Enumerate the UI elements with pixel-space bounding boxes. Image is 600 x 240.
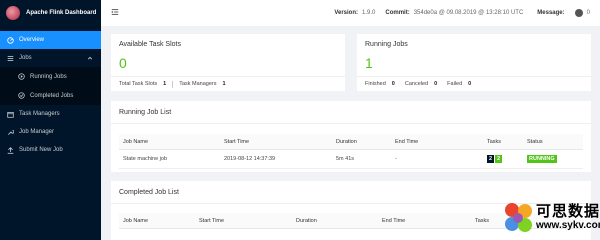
version-label: Version: <box>334 10 358 16</box>
job-name[interactable]: State machine job <box>119 149 223 169</box>
play-circle-icon <box>18 73 25 80</box>
sidebar-item-label: Completed Jobs <box>30 92 74 99</box>
jobs-submenu: Running Jobs Completed Jobs <box>0 67 101 105</box>
job-start-time: 2019-08-12 14:37:39 <box>223 149 335 169</box>
sidebar-item-jobs[interactable]: Jobs <box>0 49 101 67</box>
sidebar-item-label: Submit New Job <box>19 147 63 153</box>
sidebar-item-job-manager[interactable]: Job Manager <box>0 123 101 141</box>
task-count-running: 2 <box>495 155 502 163</box>
watermark-url: www.sykv.com <box>536 220 600 231</box>
running-job-table: Job Name Start Time Duration End Time Ta… <box>119 134 583 169</box>
col-end-time[interactable]: End Time <box>394 134 486 150</box>
task-count-total: 2 <box>487 155 494 163</box>
col-status[interactable]: Status <box>526 134 583 150</box>
sidebar-item-label: Task Managers <box>19 111 60 117</box>
canceled-value: 0 <box>434 81 438 87</box>
status-badge: RUNNING <box>527 155 557 163</box>
sidebar-item-label: Jobs <box>19 55 32 61</box>
available-slots-value: 0 <box>119 55 127 71</box>
sidebar-item-submit-new-job[interactable]: Submit New Job <box>0 141 101 159</box>
divider <box>172 80 174 88</box>
sidebar-item-label: Overview <box>19 37 45 43</box>
running-jobs-card: Running Jobs 1 Finished 0 Canceled 0 Fai… <box>357 34 591 91</box>
total-slots-label: Total Task Slots <box>119 81 158 87</box>
total-slots-value: 1 <box>163 81 167 87</box>
failed-value: 0 <box>468 81 472 87</box>
available-task-slots-card: Available Task Slots 0 Total Task Slots … <box>111 34 345 91</box>
col-job-name[interactable]: Job Name <box>119 213 198 229</box>
message-count: 0 <box>586 10 590 16</box>
top-header: Version: 1.9.0 Commit: 354de0a @ 09.08.2… <box>101 0 600 26</box>
col-start-time[interactable]: Start Time <box>198 213 295 229</box>
version-value: 1.9.0 <box>362 10 376 16</box>
divider <box>111 123 591 124</box>
commit-value: 354de0a @ 09.08.2019 @ 13:28:10 UTC <box>413 10 524 16</box>
flink-logo-icon <box>6 6 20 20</box>
col-end-time[interactable]: End Time <box>381 213 474 229</box>
card-title: Running Job List <box>119 109 172 116</box>
job-tasks: 2 2 <box>486 149 526 169</box>
col-tasks: Tasks <box>486 134 526 150</box>
sidebar-item-label: Running Jobs <box>30 73 67 80</box>
col-duration[interactable]: Duration <box>335 134 394 150</box>
watermark-text: 可思数据 <box>536 203 600 220</box>
chevron-up-icon <box>87 56 93 60</box>
col-job-name[interactable]: Job Name <box>119 134 223 150</box>
sidebar-item-label: Job Manager <box>19 129 55 135</box>
task-managers-label: Task Managers <box>179 81 217 87</box>
finished-value: 0 <box>391 81 395 87</box>
build-icon <box>7 129 14 136</box>
brand[interactable]: Apache Flink Dashboard <box>0 0 101 26</box>
table-row[interactable]: State machine job 2019-08-12 14:37:39 5m… <box>119 149 583 169</box>
task-managers-value: 1 <box>222 81 226 87</box>
check-circle-icon <box>18 92 25 99</box>
job-duration: 5m 41s <box>335 149 394 169</box>
sidebar-item-task-managers[interactable]: Task Managers <box>0 105 101 123</box>
running-job-list-card: Running Job List Job Name Start Time Dur… <box>111 101 591 172</box>
col-duration[interactable]: Duration <box>295 213 381 229</box>
sidebar-item-completed-jobs[interactable]: Completed Jobs <box>0 86 101 105</box>
dashboard-icon <box>7 36 14 44</box>
card-title: Available Task Slots <box>119 41 181 48</box>
job-end-time: - <box>394 149 486 169</box>
upload-icon <box>7 146 14 154</box>
nav-menu: Overview Jobs Running Jobs Completed Job… <box>0 31 101 159</box>
commit-label: Commit: <box>385 10 410 16</box>
watermark-logo-icon <box>505 203 532 232</box>
finished-label: Finished <box>365 81 386 87</box>
menu-fold-icon[interactable] <box>111 8 119 16</box>
job-status: RUNNING <box>526 149 583 169</box>
running-jobs-value: 1 <box>365 55 373 71</box>
running-stats: Finished 0 Canceled 0 Failed 0 <box>357 76 591 91</box>
schedule-icon <box>7 111 14 118</box>
card-title: Completed Job List <box>119 189 179 196</box>
failed-label: Failed <box>447 81 463 87</box>
card-title: Running Jobs <box>365 41 408 48</box>
watermark: 可思数据 www.sykv.com <box>502 198 600 238</box>
canceled-label: Canceled <box>404 81 429 87</box>
col-start-time[interactable]: Start Time <box>223 134 335 150</box>
slots-stats: Total Task Slots 1 Task Managers 1 <box>111 76 345 91</box>
sidebar-item-running-jobs[interactable]: Running Jobs <box>0 67 101 86</box>
table-header-row: Job Name Start Time Duration End Time Ta… <box>119 134 583 150</box>
app-title: Apache Flink Dashboard <box>26 10 97 16</box>
message-label: Message: <box>537 10 565 16</box>
message-badge-icon[interactable] <box>574 9 583 17</box>
unordered-list-icon <box>7 55 14 62</box>
sidebar-item-overview[interactable]: Overview <box>0 31 101 49</box>
header-meta: Version: 1.9.0 Commit: 354de0a @ 09.08.2… <box>334 0 590 26</box>
sidebar: Apache Flink Dashboard Overview Jobs Run… <box>0 0 101 240</box>
